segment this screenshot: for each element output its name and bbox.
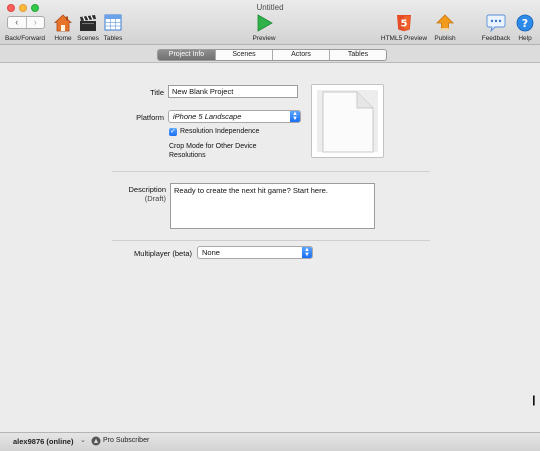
chevron-updown-icon: ▲ ▼ [302, 247, 312, 258]
html5-preview-button[interactable]: 5 HTML5 Preview [380, 14, 428, 44]
home-icon [54, 14, 72, 32]
platform-value: iPhone 5 Landscape [173, 112, 242, 121]
tables-button[interactable]: Tables [101, 14, 125, 44]
back-forward-control: ‹ › [7, 16, 45, 29]
help-glyph: ? [522, 17, 528, 30]
multiplayer-label: Multiplayer (beta) [134, 249, 192, 258]
feedback-button[interactable]: Feedback [481, 14, 511, 44]
description-sublabel: (Draft) [144, 194, 166, 203]
back-forward-label: Back/Forward [4, 35, 46, 42]
multiplayer-value: None [202, 248, 220, 257]
preview-button[interactable]: Preview [247, 14, 281, 44]
pro-badge-icon [91, 436, 101, 446]
play-icon [257, 14, 273, 32]
preview-label: Preview [252, 35, 276, 42]
checkmark-icon: ✓ [170, 128, 176, 135]
publish-button[interactable]: Publish [430, 14, 460, 44]
multiplayer-select[interactable]: None ▲ ▼ [197, 246, 313, 259]
resolution-independence-checkbox[interactable]: ✓ [169, 128, 177, 136]
html5-badge-text: 5 [401, 19, 408, 30]
divider-1 [112, 171, 430, 172]
html5-preview-label: HTML5 Preview [380, 35, 428, 42]
project-info-pane: Title New Blank Project Platform iPhone … [0, 64, 540, 432]
tab-project-info[interactable]: Project Info [158, 50, 215, 60]
forward-button[interactable]: › [25, 17, 45, 28]
toolbar: Untitled ‹ › Back/Forward Home Scenes Ta… [0, 0, 540, 45]
platform-select[interactable]: iPhone 5 Landscape ▲ ▼ [168, 110, 301, 123]
clapperboard-icon [80, 15, 96, 31]
tab-bar: Project Info Scenes Actors Tables [157, 49, 387, 61]
resolution-independence-label: Resolution Independence [180, 128, 260, 135]
status-bar: alex9876 (online) ⌄ Pro Subscriber [0, 432, 540, 451]
help-button[interactable]: ? Help [514, 14, 536, 44]
title-input[interactable]: New Blank Project [168, 85, 298, 98]
scenes-button[interactable]: Scenes [75, 14, 101, 44]
project-icon-well[interactable] [311, 84, 384, 158]
tab-strip: Project Info Scenes Actors Tables [0, 45, 540, 63]
back-button[interactable]: ‹ [8, 17, 26, 28]
speech-bubble-icon [486, 14, 506, 32]
help-label: Help [518, 35, 532, 42]
tables-label: Tables [103, 35, 123, 42]
divider-2 [112, 240, 430, 241]
tab-scenes[interactable]: Scenes [215, 50, 272, 60]
text-cursor-icon: ❙ [529, 395, 538, 406]
home-button[interactable]: Home [52, 14, 74, 44]
tab-actors[interactable]: Actors [272, 50, 329, 60]
chevron-down-icon[interactable]: ⌄ [80, 436, 86, 444]
crop-mode-note-line1: Crop Mode for Other Device [169, 143, 257, 150]
html5-icon: 5 [397, 15, 411, 32]
window-title: Untitled [256, 3, 284, 12]
chevron-updown-icon: ▲ ▼ [290, 111, 300, 122]
crop-mode-note-line2: Resolutions [169, 152, 206, 159]
upload-icon [436, 14, 454, 31]
table-icon [104, 14, 122, 31]
help-icon: ? [516, 14, 534, 32]
platform-label: Platform [136, 113, 164, 122]
tab-tables[interactable]: Tables [329, 50, 386, 60]
description-textarea[interactable]: Ready to create the next hit game? Start… [170, 183, 375, 229]
feedback-label: Feedback [481, 35, 511, 42]
back-forward-group: ‹ › Back/Forward [0, 14, 50, 44]
subscription-label: Pro Subscriber [103, 437, 150, 444]
blank-document-icon [322, 91, 374, 153]
publish-label: Publish [434, 35, 456, 42]
title-label: Title [150, 88, 164, 97]
scenes-label: Scenes [77, 35, 99, 42]
account-menu[interactable]: alex9876 (online) [13, 437, 73, 446]
description-label: Description [128, 185, 166, 194]
home-label: Home [54, 35, 72, 42]
